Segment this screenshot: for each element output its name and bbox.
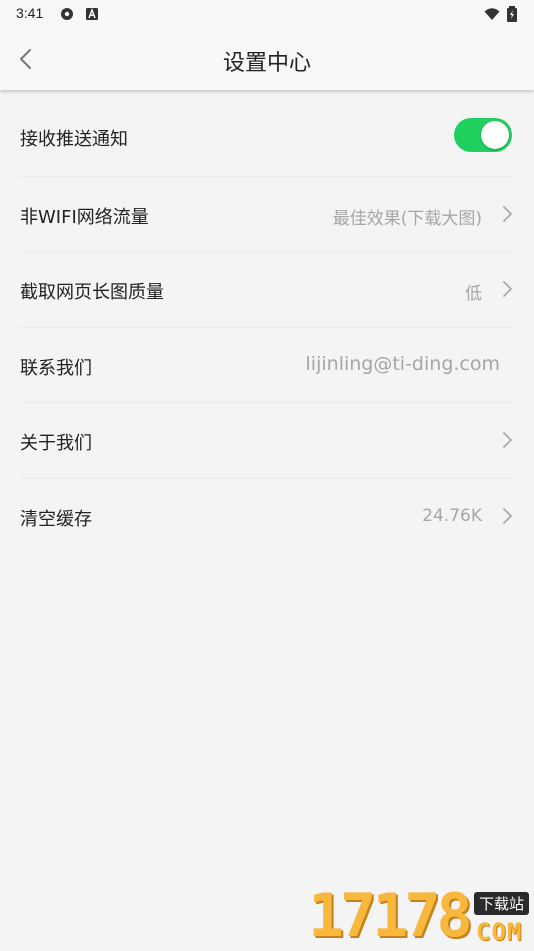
setting-row-screenshot-quality[interactable]: 截取网页长图质量 低 bbox=[20, 252, 514, 328]
chevron-right-icon bbox=[503, 508, 512, 524]
setting-row-cache[interactable]: 清空缓存 24.76K bbox=[20, 479, 514, 553]
watermark-tag: 下载站 bbox=[474, 892, 530, 915]
chevron-right-icon bbox=[503, 206, 512, 222]
status-bar: 3:41 bbox=[0, 0, 534, 28]
setting-row-contact[interactable]: 联系我们 lijinling@ti-ding.com bbox=[20, 328, 514, 403]
app-bar: 设置中心 bbox=[0, 28, 534, 90]
setting-value-contact-email: lijinling@ti-ding.com bbox=[305, 353, 500, 375]
status-time: 3:41 bbox=[16, 5, 44, 21]
push-toggle[interactable] bbox=[454, 118, 512, 152]
setting-label-about: 关于我们 bbox=[20, 433, 92, 454]
battery-icon bbox=[507, 6, 517, 22]
site-watermark: 17178 下载站 COM bbox=[308, 884, 534, 950]
setting-row-about[interactable]: 关于我们 bbox=[20, 403, 514, 479]
watermark-digits: 17178 bbox=[308, 881, 473, 951]
setting-label-push: 接收推送通知 bbox=[20, 129, 128, 150]
chevron-right-icon bbox=[503, 281, 512, 297]
setting-label-screenshot-quality: 截取网页长图质量 bbox=[20, 282, 164, 303]
setting-label-non-wifi: 非WIFI网络流量 bbox=[20, 207, 149, 228]
setting-value-non-wifi: 最佳效果(下载大图) bbox=[332, 209, 482, 229]
watermark-domain: COM bbox=[476, 918, 523, 946]
setting-value-screenshot-quality: 低 bbox=[465, 284, 482, 304]
setting-label-cache: 清空缓存 bbox=[20, 509, 92, 530]
setting-row-non-wifi[interactable]: 非WIFI网络流量 最佳效果(下载大图) bbox=[20, 177, 514, 252]
page-title: 设置中心 bbox=[222, 51, 311, 76]
setting-row-push: 接收推送通知 bbox=[20, 92, 514, 177]
settings-gear-icon bbox=[61, 8, 73, 20]
settings-list: 接收推送通知 非WIFI网络流量 最佳效果(下载大图) 截取网页长图质量 低 联… bbox=[0, 92, 534, 553]
setting-label-contact: 联系我们 bbox=[20, 358, 92, 379]
wifi-icon bbox=[484, 8, 500, 20]
chevron-right-icon bbox=[503, 432, 512, 448]
setting-value-cache-size: 24.76K bbox=[422, 506, 482, 526]
toggle-knob bbox=[481, 121, 509, 149]
a-badge-icon bbox=[86, 7, 98, 20]
